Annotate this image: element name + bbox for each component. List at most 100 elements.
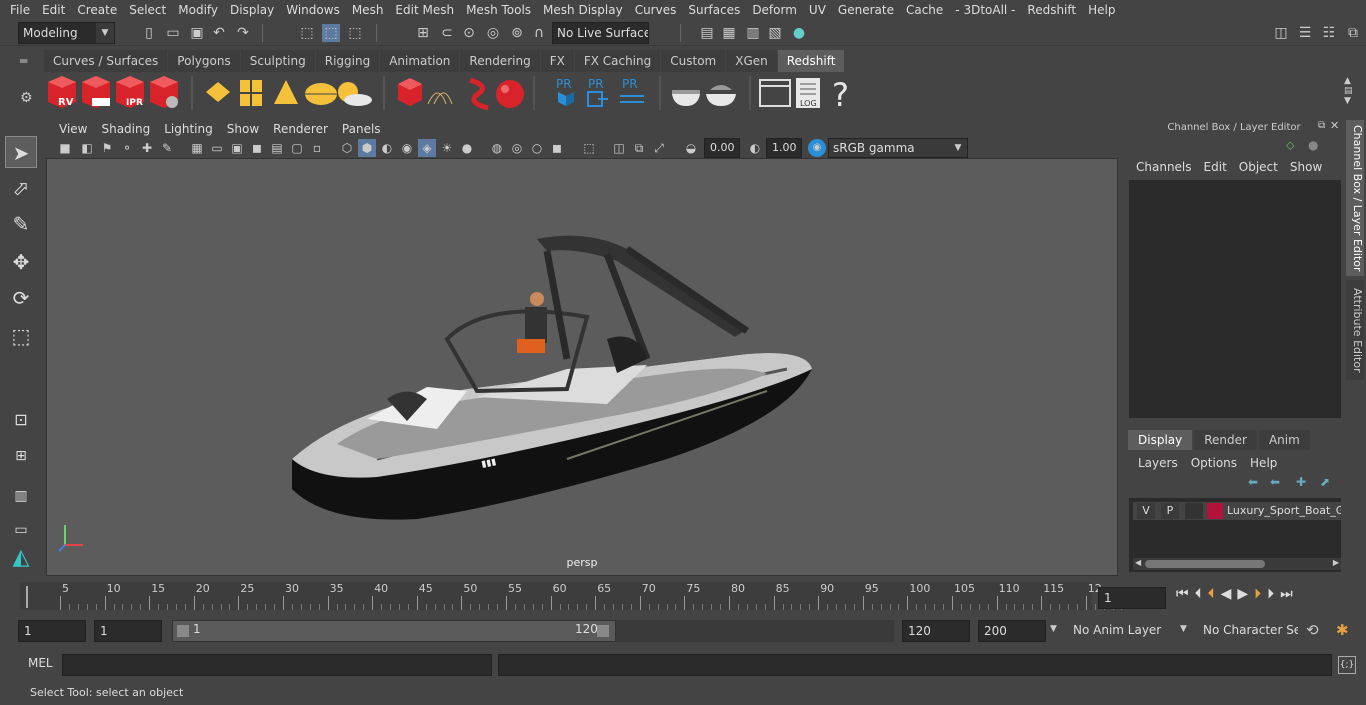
shelf-tab[interactable]: FX <box>540 50 574 72</box>
grid-toggle-icon[interactable]: ▦ <box>188 139 206 157</box>
scroll-right-icon[interactable]: ▶ <box>1333 558 1339 567</box>
paint-select-icon[interactable]: ✎ <box>5 208 37 240</box>
depth-of-field-icon[interactable]: ○ <box>528 139 546 157</box>
proxy-cube-icon[interactable] <box>398 78 422 106</box>
snap-view-plane-icon[interactable]: ◎ <box>484 24 502 42</box>
mel-command-input[interactable] <box>62 654 492 676</box>
sun-sky-icon[interactable] <box>338 82 372 106</box>
channel-box-menu-item[interactable]: Object <box>1233 160 1284 174</box>
scroll-thumb[interactable] <box>1145 560 1265 568</box>
layout-outliner-icon[interactable]: ▥ <box>5 480 37 512</box>
shelf-tab[interactable]: FX Caching <box>574 50 661 72</box>
render-options-icon[interactable] <box>150 76 178 108</box>
snap-live-icon[interactable]: ⊚ <box>508 24 526 42</box>
range-end-handle[interactable] <box>597 625 609 637</box>
xray-joints-icon[interactable]: ◫ <box>610 139 628 157</box>
layer-visibility-toggle[interactable]: V <box>1137 503 1155 519</box>
snap-point-icon[interactable]: ⊙ <box>460 24 478 42</box>
isolate-select-icon[interactable]: ◼ <box>548 139 566 157</box>
render-rv-icon[interactable]: RV <box>48 76 76 108</box>
ies-light-icon[interactable] <box>274 80 298 104</box>
layout-four-icon[interactable]: ⊞ <box>5 440 37 472</box>
portal-light-icon[interactable] <box>240 80 262 106</box>
menu-item[interactable]: Redshift <box>1021 0 1082 20</box>
channel-box-list[interactable] <box>1129 180 1341 418</box>
step-back-frame-icon[interactable]: ⏴ <box>1195 586 1202 602</box>
motion-blur-icon[interactable]: ◍ <box>488 139 506 157</box>
snap-curve-icon[interactable]: ⊂ <box>438 24 456 42</box>
shelf-tab[interactable]: Custom <box>661 50 726 72</box>
layer-editor-menu-item[interactable]: Help <box>1250 456 1284 470</box>
anti-aliasing-icon[interactable]: ◎ <box>508 139 526 157</box>
go-to-end-icon[interactable]: ⏭ <box>1280 586 1293 602</box>
viewport-menu-item[interactable]: Lighting <box>157 122 220 136</box>
viewport-menu-item[interactable]: View <box>52 122 94 136</box>
script-window-icon[interactable] <box>759 79 791 107</box>
shelf-tab[interactable]: Redshift <box>777 50 845 72</box>
sphere-icon[interactable] <box>496 80 524 108</box>
layer-scrollbar[interactable]: ◀ ▶ <box>1133 558 1341 570</box>
play-backwards-icon[interactable]: ◀ <box>1221 586 1232 602</box>
channel-box-menu-item[interactable]: Channels <box>1130 160 1198 174</box>
shelf-settings-icon[interactable]: ⚙ <box>20 90 33 106</box>
move-tool-icon[interactable]: ✥ <box>5 246 37 278</box>
color-space-selector[interactable]: sRGB gamma ▼ <box>828 138 968 158</box>
shelf-tab[interactable]: Rigging <box>315 50 380 72</box>
menu-item[interactable]: Mesh <box>346 0 390 20</box>
exposure-input[interactable]: 0.00 <box>704 138 740 158</box>
step-forward-frame-icon[interactable]: ⏵ <box>1267 586 1274 602</box>
menu-item[interactable]: Display <box>224 0 280 20</box>
anim-layer-selector[interactable]: No Anim Layer <box>1068 620 1174 642</box>
play-forwards-icon[interactable]: ▶ <box>1237 586 1248 602</box>
float-panel-icon[interactable]: ⧉ <box>1318 120 1325 131</box>
save-scene-icon[interactable]: ▣ <box>188 24 206 42</box>
chevron-down-icon[interactable]: ▼ <box>1180 624 1187 634</box>
playback-start-input[interactable]: 1 <box>94 620 162 642</box>
select-component-icon[interactable]: ⬚ <box>346 24 364 42</box>
color-management-icon[interactable]: ◉ <box>808 139 826 157</box>
menu-item[interactable]: Cache <box>900 0 949 20</box>
menu-item[interactable]: Surfaces <box>682 0 746 20</box>
shelf-tab[interactable]: Sculpting <box>240 50 315 72</box>
go-to-start-icon[interactable]: ⏮ <box>1176 586 1189 602</box>
menu-item[interactable]: File <box>4 0 36 20</box>
textured-icon[interactable]: ◉ <box>398 139 416 157</box>
create-layer-from-selection-icon[interactable]: ⬈ <box>1320 475 1330 489</box>
safe-action-icon[interactable]: ▢ <box>288 139 306 157</box>
magnet-icon[interactable]: ∩ <box>530 24 548 42</box>
menu-item[interactable]: Edit <box>36 0 71 20</box>
undo-icon[interactable]: ↶ <box>210 24 228 42</box>
screen-space-ao-icon[interactable]: ● <box>458 139 476 157</box>
shadows-icon[interactable]: ☀ <box>438 139 456 157</box>
step-forward-key-icon[interactable]: ⏵ <box>1254 586 1261 602</box>
time-slider[interactable]: 5 10 15 20 25 30 35 40 45 50 55 60 65 70 75 80 85 90 95 100… <box>20 582 1123 610</box>
shelf-scroll-arrows[interactable]: ▲ ▤ ▼ <box>1344 76 1353 106</box>
layer-display-type-toggle[interactable] <box>1185 503 1203 519</box>
range-slider[interactable]: 1 120 <box>172 620 616 642</box>
rotate-tool-icon[interactable]: ⟳ <box>5 282 37 314</box>
menu-item[interactable]: - 3DtoAll - <box>949 0 1021 20</box>
render-batch-icon[interactable] <box>82 76 110 108</box>
current-time-indicator[interactable] <box>26 586 28 608</box>
bookmark-icon[interactable]: ⚑ <box>98 139 116 157</box>
safe-title-icon[interactable]: ▫ <box>308 139 326 157</box>
render-ipr-icon[interactable]: IPR <box>116 76 144 108</box>
viewport-menu-item[interactable]: Show <box>220 122 266 136</box>
new-layer-below-icon[interactable]: ⬅ <box>1270 475 1280 489</box>
gamma-input[interactable]: 1.00 <box>766 138 802 158</box>
smooth-shade-icon[interactable]: ⬢ <box>358 139 376 157</box>
script-editor-icon[interactable]: {;} <box>1338 656 1356 674</box>
new-scene-icon[interactable]: ▯ <box>140 24 158 42</box>
current-frame-input[interactable]: 1 <box>1098 587 1166 609</box>
exposure-icon[interactable]: ◒ <box>682 139 700 157</box>
character-set-selector[interactable]: No Character Set <box>1198 620 1298 642</box>
mel-label[interactable]: MEL <box>28 656 53 670</box>
channel-box-settings-icon[interactable]: ● <box>1308 138 1318 152</box>
gamma-icon[interactable]: ◐ <box>746 139 764 157</box>
film-gate-icon[interactable]: ▭ <box>208 139 226 157</box>
menu-item[interactable]: Select <box>123 0 172 20</box>
layer-editor-tab[interactable]: Render <box>1194 430 1257 450</box>
area-light-icon[interactable] <box>206 82 230 102</box>
xray-icon[interactable]: ⬚ <box>580 139 598 157</box>
shelf-tab[interactable]: Polygons <box>168 50 240 72</box>
